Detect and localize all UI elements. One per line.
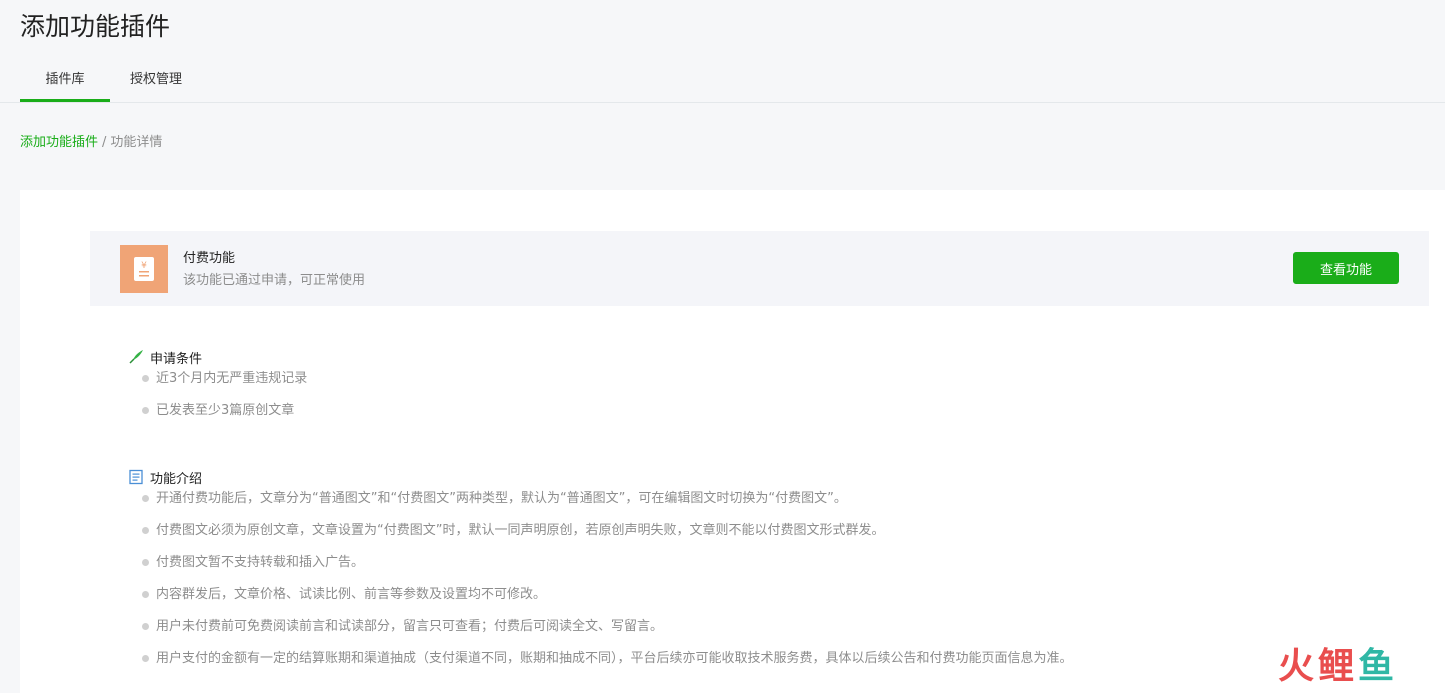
feature-name: 付费功能 <box>183 251 236 266</box>
bullet-dot <box>142 655 149 662</box>
breadcrumb-separator: / <box>102 135 107 150</box>
page-title: 添加功能插件 <box>20 12 171 41</box>
conditions-list: 近3个月内无严重违规记录 已发表至少3篇原创文章 <box>128 370 307 434</box>
intro-section: 功能介绍 开通付费功能后，文章分为“普通图文”和“付费图文”两种类型，默认为“普… <box>128 468 1073 682</box>
breadcrumb-link[interactable]: 添加功能插件 <box>20 135 98 150</box>
bullet-dot <box>142 527 149 534</box>
list-item: 内容群发后，文章价格、试读比例、前言等参数及设置均不可修改。 <box>142 586 1073 618</box>
tab-plugin-library[interactable]: 插件库 <box>20 62 110 102</box>
intro-list: 开通付费功能后，文章分为“普通图文”和“付费图文”两种类型，默认为“普通图文”，… <box>128 490 1073 682</box>
list-item: 用户支付的金额有一定的结算账期和渠道抽成（支付渠道不同，账期和抽成不同），平台后… <box>142 650 1073 682</box>
list-item: 开通付费功能后，文章分为“普通图文”和“付费图文”两种类型，默认为“普通图文”，… <box>142 490 1073 522</box>
conditions-section: 申请条件 近3个月内无严重违规记录 已发表至少3篇原创文章 <box>128 348 307 434</box>
watermark-char: 鲤 <box>1318 646 1355 687</box>
breadcrumb: 添加功能插件 / 功能详情 <box>20 131 162 150</box>
leaf-pencil-icon <box>128 349 144 365</box>
watermark-logo: 火 鲤 鱼 <box>1278 643 1428 691</box>
list-item: 近3个月内无严重违规记录 <box>142 370 307 402</box>
list-item: 付费图文暂不支持转载和插入广告。 <box>142 554 1073 586</box>
svg-text:¥: ¥ <box>141 261 147 271</box>
bullet-dot <box>142 375 149 382</box>
feature-status: 该功能已通过申请，可正常使用 <box>183 273 366 288</box>
list-item: 付费图文必须为原创文章，文章设置为“付费图文”时，默认一同声明原创，若原创声明失… <box>142 522 1073 554</box>
bullet-dot <box>142 623 149 630</box>
list-item: 用户未付费前可免费阅读前言和试读部分，留言只可查看；付费后可阅读全文、写留言。 <box>142 618 1073 650</box>
bullet-dot <box>142 407 149 414</box>
breadcrumb-current: 功能详情 <box>110 135 163 150</box>
detail-card: ¥ 付费功能 该功能已通过申请，可正常使用 查看功能 申请条件 近3个月内无严重… <box>20 190 1445 693</box>
bullet-dot <box>142 559 149 566</box>
view-feature-button[interactable]: 查看功能 <box>1293 252 1399 284</box>
watermark-char: 鱼 <box>1358 646 1395 687</box>
watermark-char: 火 <box>1278 646 1315 687</box>
conditions-title: 申请条件 <box>150 351 203 367</box>
list-item: 已发表至少3篇原创文章 <box>142 402 307 434</box>
tab-bar: 插件库 授权管理 <box>0 62 1445 103</box>
bullet-dot <box>142 591 149 598</box>
tab-authorization[interactable]: 授权管理 <box>110 62 202 102</box>
document-icon <box>128 469 144 485</box>
yen-receipt-icon: ¥ <box>120 245 168 293</box>
feature-summary: ¥ 付费功能 该功能已通过申请，可正常使用 查看功能 <box>90 231 1429 306</box>
intro-title: 功能介绍 <box>150 471 203 487</box>
bullet-dot <box>142 495 149 502</box>
